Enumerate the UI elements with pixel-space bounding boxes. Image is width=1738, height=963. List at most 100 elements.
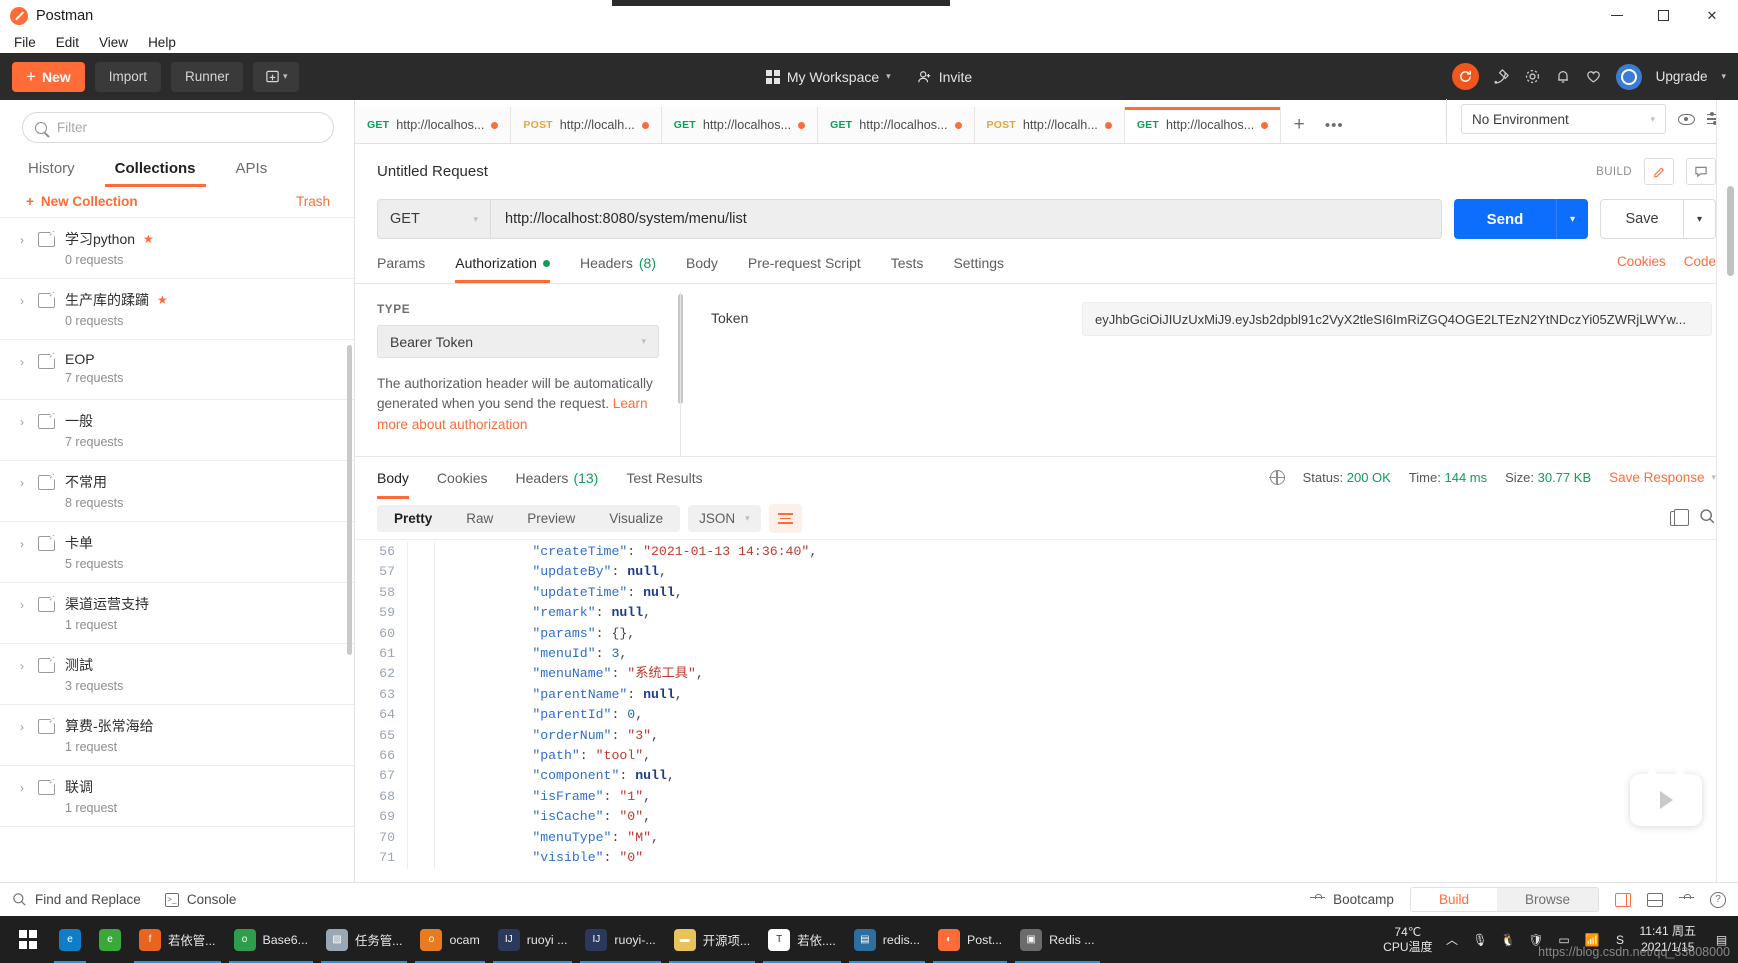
trash-link[interactable]: Trash <box>296 194 330 209</box>
bell-icon[interactable] <box>1555 68 1571 85</box>
format-preview[interactable]: Preview <box>510 505 592 532</box>
taskbar-app[interactable]: ▣ Redis ... <box>1011 916 1103 963</box>
mic-icon[interactable]: 🎙 <box>1472 931 1489 948</box>
taskbar-app[interactable]: IJ ruoyi-... <box>576 916 664 963</box>
console-button[interactable]: >_ Console <box>164 892 236 907</box>
browse-tab[interactable]: Browse <box>1496 888 1598 911</box>
request-tab-pre-request-script[interactable]: Pre-request Script <box>748 251 861 283</box>
notification-icon[interactable]: ▤ <box>1713 931 1730 948</box>
heart-icon[interactable] <box>1585 69 1602 85</box>
minimize-button[interactable] <box>1594 0 1640 31</box>
collection-item[interactable]: › 不常用 8 requests <box>0 461 354 522</box>
token-input[interactable]: eyJhbGciOiJIUzUxMiJ9.eyJsb2dpbl91c2VyX2t… <box>1082 302 1712 336</box>
collection-item[interactable]: › 算费-张常海给 1 request <box>0 705 354 766</box>
format-raw[interactable]: Raw <box>449 505 510 532</box>
language-selector[interactable]: JSON ▾ <box>688 505 761 532</box>
maximize-button[interactable] <box>1640 0 1686 31</box>
request-tab[interactable]: POST http://localh... <box>974 107 1125 143</box>
cpu-temperature-widget[interactable]: 74℃ CPU温度 <box>1383 925 1432 955</box>
taskbar-app[interactable]: f 若依管... <box>130 916 225 963</box>
method-selector[interactable]: GET ▾ <box>378 200 491 238</box>
two-pane-icon[interactable] <box>1615 892 1631 907</box>
taskbar-app[interactable]: ▨ 任务管... <box>317 916 412 963</box>
gear-icon[interactable] <box>1524 68 1541 85</box>
edit-request-button[interactable] <box>1644 158 1674 185</box>
workspace-selector[interactable]: My Workspace ▾ <box>765 69 891 85</box>
find-and-replace-button[interactable]: Find and Replace <box>12 892 141 907</box>
new-collection-button[interactable]: + New Collection <box>26 194 138 209</box>
collection-item[interactable]: › 卡单 5 requests <box>0 522 354 583</box>
send-options-button[interactable]: ▾ <box>1556 199 1588 239</box>
environment-selector[interactable]: No Environment ▾ <box>1461 104 1666 134</box>
request-tab[interactable]: GET http://localhos... <box>1124 107 1282 143</box>
menu-item-file[interactable]: File <box>14 35 36 50</box>
request-tab-params[interactable]: Params <box>377 251 425 283</box>
menu-item-help[interactable]: Help <box>148 35 176 50</box>
close-button[interactable]: ✕ <box>1686 0 1738 31</box>
chevron-right-icon[interactable]: › <box>16 533 28 551</box>
chevron-right-icon[interactable]: › <box>16 777 28 795</box>
response-body-viewer[interactable]: 56 57 58 59 60 61 62 63 64 65 66 67 68 69 70 71 "create… <box>355 539 1738 882</box>
request-name[interactable]: Untitled Request <box>377 163 488 180</box>
request-tab-tests[interactable]: Tests <box>891 251 924 283</box>
collection-item[interactable]: › 学习python ★ 0 requests <box>0 218 354 279</box>
taskbar-app[interactable]: T 若依.... <box>759 916 845 963</box>
taskbar-app[interactable]: ▤ redis... <box>845 916 929 963</box>
new-button[interactable]: + New <box>12 61 85 92</box>
collection-item[interactable]: › 测試 3 requests <box>0 644 354 705</box>
collection-item[interactable]: › 渠道运营支持 1 request <box>0 583 354 644</box>
shield-icon[interactable]: 🛡 <box>1528 931 1545 948</box>
collection-item[interactable]: › EOP 7 requests <box>0 340 354 400</box>
taskbar-app[interactable]: e <box>90 916 130 963</box>
collection-item[interactable]: › 生产库的蹂躏 ★ 0 requests <box>0 279 354 340</box>
word-wrap-icon[interactable] <box>768 504 802 533</box>
chevron-right-icon[interactable]: › <box>16 716 28 734</box>
clock-widget[interactable]: 11:41 周五 2021/1/15 <box>1640 924 1702 955</box>
chevron-right-icon[interactable]: › <box>16 655 28 673</box>
taskbar-app[interactable]: ▬ 开源项... <box>665 916 760 963</box>
request-tab-headers[interactable]: Headers (8) <box>580 251 656 283</box>
eye-icon[interactable] <box>1678 113 1695 125</box>
save-button[interactable]: Save <box>1600 199 1684 239</box>
save-response-button[interactable]: Save Response ▾ <box>1609 470 1716 485</box>
chevron-down-icon[interactable]: ▾ <box>1721 71 1726 82</box>
tab-options-button[interactable]: ••• <box>1317 107 1351 143</box>
request-tab-settings[interactable]: Settings <box>953 251 1004 283</box>
chevron-right-icon[interactable]: › <box>16 351 28 369</box>
search-input[interactable] <box>57 120 321 135</box>
request-tab-body[interactable]: Body <box>686 251 718 283</box>
chevron-right-icon[interactable]: › <box>16 411 28 429</box>
response-tab-cookies[interactable]: Cookies <box>437 457 488 499</box>
main-scrollbar[interactable] <box>1727 186 1734 276</box>
satellite-icon[interactable] <box>1493 68 1510 85</box>
auth-type-selector[interactable]: Bearer Token ▾ <box>377 325 659 358</box>
new-tab-button[interactable]: + <box>1281 107 1317 143</box>
filter-box[interactable] <box>22 112 334 143</box>
taskbar-app[interactable]: IJ ruoyi ... <box>489 916 577 963</box>
request-tab[interactable]: POST http://localh... <box>511 107 662 143</box>
invite-button[interactable]: Invite <box>917 69 972 85</box>
cookies-link[interactable]: Cookies <box>1617 254 1666 269</box>
build-tab[interactable]: Build <box>1410 888 1497 911</box>
start-button[interactable] <box>6 916 50 963</box>
collection-item[interactable]: › 一般 7 requests <box>0 400 354 461</box>
menu-item-view[interactable]: View <box>99 35 128 50</box>
tab-collections[interactable]: Collections <box>95 153 216 187</box>
tab-history[interactable]: History <box>8 153 95 187</box>
chevron-up-icon[interactable]: ︿ <box>1444 931 1461 948</box>
send-button[interactable]: Send <box>1454 199 1556 239</box>
network-icon[interactable]: 📶 <box>1584 931 1601 948</box>
response-tab-headers[interactable]: Headers (13) <box>516 457 599 499</box>
avatar[interactable] <box>1615 63 1642 90</box>
chevron-right-icon[interactable]: › <box>16 229 28 247</box>
sync-status-button[interactable] <box>1451 63 1479 90</box>
chevron-right-icon[interactable]: › <box>16 594 28 612</box>
sidebar-scrollbar[interactable] <box>347 345 352 655</box>
video-tutorial-widget[interactable] <box>1630 766 1702 826</box>
penguin-icon[interactable]: 🐧 <box>1500 931 1517 948</box>
request-tab[interactable]: GET http://localhos... <box>355 107 512 143</box>
response-tab-test-results[interactable]: Test Results <box>626 457 702 499</box>
chevron-right-icon[interactable]: › <box>16 290 28 308</box>
request-tab[interactable]: GET http://localhos... <box>661 107 819 143</box>
keyboard-icon[interactable] <box>1679 894 1694 905</box>
